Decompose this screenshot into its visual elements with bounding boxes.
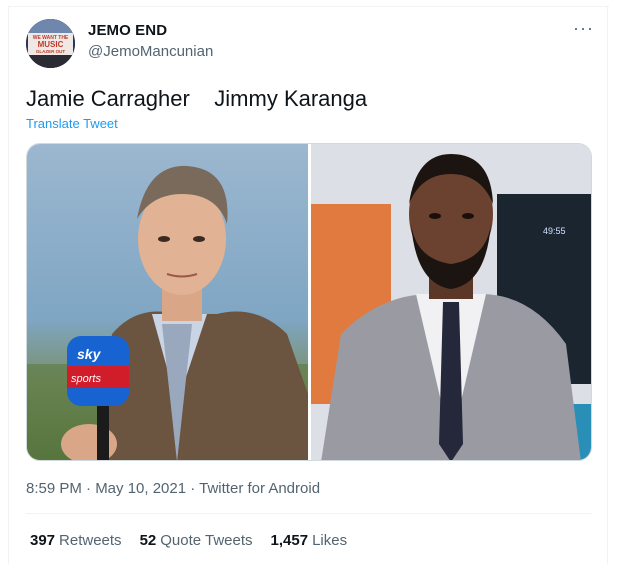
stat-quote-tweets[interactable]: 52 Quote Tweets [140, 532, 253, 549]
stat-likes[interactable]: 1,457 Likes [271, 532, 348, 549]
tweet-card: WE WANT THE MUSIC GLAZER OUT JEMO END @J… [8, 6, 609, 564]
avatar-image: WE WANT THE MUSIC GLAZER OUT [26, 19, 75, 68]
divider [26, 513, 592, 514]
author-handle[interactable]: @JemoMancunian [88, 43, 213, 60]
photo-left-image: sky sports [27, 144, 308, 460]
mic-text-bottom: sports [71, 373, 101, 385]
photo-left[interactable]: sky sports [27, 144, 308, 460]
photo-right[interactable]: 49:55 [311, 144, 591, 460]
avatar-text-3: GLAZER OUT [36, 49, 65, 54]
stat-label: Likes [312, 532, 348, 549]
stat-count: 1,457 [270, 532, 309, 549]
screen-clock: 49:55 [543, 226, 566, 236]
stat-label: Retweets [59, 532, 122, 549]
media-grid: sky sports 49:55 [26, 143, 592, 461]
author-name[interactable]: JEMO END [88, 22, 167, 39]
top-divider [9, 6, 609, 7]
stat-retweets[interactable]: 397 Retweets [30, 532, 122, 549]
more-dots-icon[interactable]: ··· [573, 19, 594, 37]
stat-count: 52 [139, 532, 157, 549]
tweet-timestamp[interactable]: 8:59 PM · May 10, 2021 · Twitter for And… [26, 480, 320, 497]
stat-count: 397 [30, 532, 56, 549]
avatar[interactable]: WE WANT THE MUSIC GLAZER OUT [26, 19, 75, 68]
photo-right-image: 49:55 [311, 144, 591, 460]
translate-tweet-link[interactable]: Translate Tweet [26, 116, 118, 131]
tweet-stats: 397 Retweets 52 Quote Tweets 1,457 Likes [30, 532, 347, 549]
mic-text-top: sky [77, 346, 102, 362]
avatar-text-2: MUSIC [38, 40, 64, 49]
stat-label: Quote Tweets [160, 532, 253, 549]
tweet-text: Jamie Carragher Jimmy Karanga [26, 86, 368, 111]
